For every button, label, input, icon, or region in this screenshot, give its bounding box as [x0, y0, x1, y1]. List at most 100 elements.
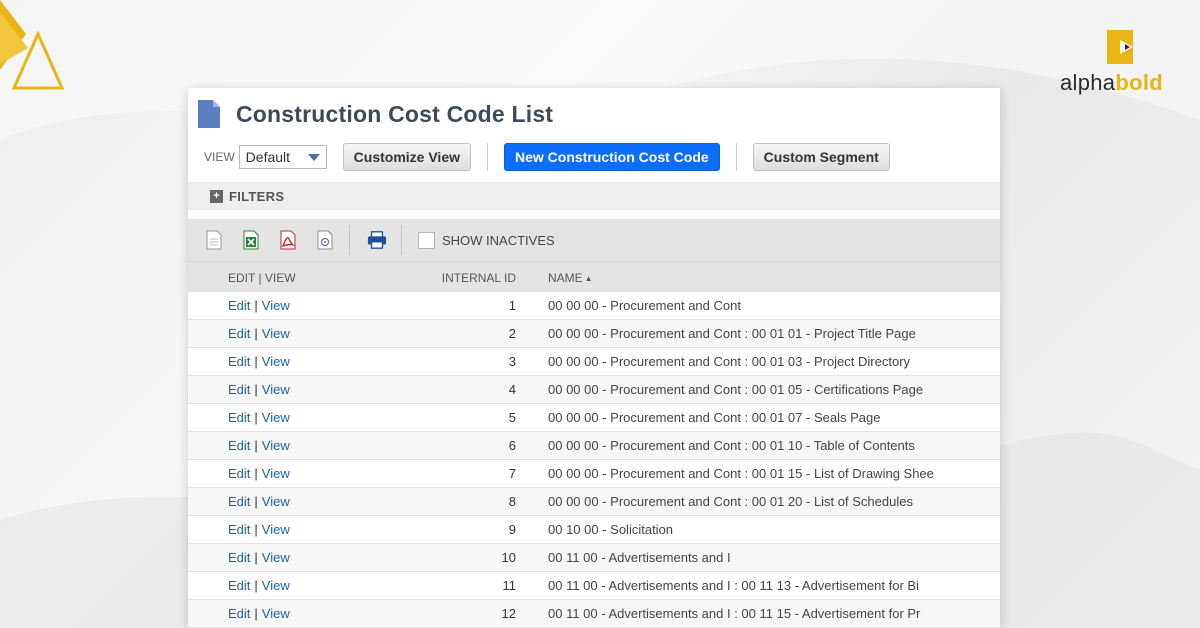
export-csv-icon: [206, 230, 222, 250]
edit-link[interactable]: Edit: [228, 494, 250, 509]
cell-name: 00 11 00 - Advertisements and I : 00 11 …: [548, 606, 921, 621]
table-row: Edit | View 8 00 00 00 - Procurement and Con…: [188, 488, 1000, 516]
expand-plus-icon: +: [210, 189, 223, 203]
export-pdf-icon: [280, 230, 296, 250]
view-link[interactable]: View: [262, 326, 290, 341]
table-row: Edit | View 5 00 00 00 - Procurement and Con…: [188, 404, 1000, 432]
export-pdf-button[interactable]: [278, 229, 298, 251]
view-link[interactable]: View: [262, 494, 290, 509]
view-link[interactable]: View: [262, 466, 290, 481]
print-icon: [367, 231, 387, 249]
cost-code-list-panel: Construction Cost Code List VIEW Default…: [188, 88, 1000, 628]
cost-code-table-body: Edit | View 1 00 00 00 - Procurement and Con…: [188, 292, 1000, 628]
table-row: Edit | View 9 00 10 00 - Solicitation: [188, 516, 1000, 544]
view-link[interactable]: View: [262, 550, 290, 565]
view-link[interactable]: View: [262, 298, 290, 313]
filters-label: FILTERS: [229, 188, 285, 204]
edit-link[interactable]: Edit: [228, 578, 250, 593]
table-row: Edit | View 3 00 00 00 - Procurement and Con…: [188, 348, 1000, 376]
export-excel-button[interactable]: [241, 229, 261, 251]
page-title: Construction Cost Code List: [236, 100, 554, 127]
alphabold-logo: alphabold: [1060, 28, 1175, 98]
corner-triangles-decoration: [0, 0, 65, 90]
table-row: Edit | View 11 00 11 00 - Advertisements and…: [188, 572, 1000, 600]
edit-link[interactable]: Edit: [228, 382, 250, 397]
show-inactives-label: SHOW INACTIVES: [442, 232, 555, 248]
edit-link[interactable]: Edit: [228, 550, 250, 565]
edit-link[interactable]: Edit: [228, 466, 250, 481]
export-csv-button[interactable]: [204, 229, 224, 251]
cell-internal-id: 3: [508, 354, 516, 369]
show-inactives-checkbox[interactable]: [418, 231, 435, 249]
cell-name: 00 00 00 - Procurement and Cont : 00 01 …: [548, 494, 913, 509]
export-xml-button[interactable]: [315, 229, 335, 251]
list-actions-bar: SHOW INACTIVES: [188, 219, 1000, 261]
table-row: Edit | View 10 00 11 00 - Advertisements and…: [188, 544, 1000, 572]
export-excel-icon: [243, 230, 259, 250]
view-select-value: Default: [245, 149, 291, 165]
alphabold-wordmark: alphabold: [1060, 70, 1163, 96]
cell-name: 00 00 00 - Procurement and Cont : 00 01 …: [548, 326, 916, 341]
cell-name: 00 11 00 - Advertisements and I: [548, 550, 731, 565]
column-header-name[interactable]: NAME ▲: [548, 271, 593, 285]
actions-divider: [349, 225, 350, 255]
export-xml-icon: [317, 230, 333, 250]
custom-segment-button[interactable]: Custom Segment: [752, 143, 890, 171]
customize-view-button[interactable]: Customize View: [342, 143, 471, 171]
cell-internal-id: 10: [501, 550, 516, 565]
list-toolbar: VIEW Default Customize View New Construc…: [204, 142, 890, 172]
toolbar-divider: [735, 143, 737, 171]
new-construction-cost-code-button[interactable]: New Construction Cost Code: [504, 143, 720, 171]
view-link[interactable]: View: [262, 438, 290, 453]
edit-link[interactable]: Edit: [228, 298, 250, 313]
print-button[interactable]: [367, 229, 387, 251]
view-link[interactable]: View: [262, 410, 290, 425]
cell-name: 00 00 00 - Procurement and Cont : 00 01 …: [548, 438, 915, 453]
view-link[interactable]: View: [262, 606, 290, 621]
cell-name: 00 00 00 - Procurement and Cont: [548, 298, 741, 313]
table-row: Edit | View 1 00 00 00 - Procurement and Con…: [188, 292, 1000, 320]
edit-link[interactable]: Edit: [228, 326, 250, 341]
cell-internal-id: 5: [508, 410, 516, 425]
table-row: Edit | View 7 00 00 00 - Procurement and Con…: [188, 460, 1000, 488]
view-link[interactable]: View: [262, 382, 290, 397]
table-row: Edit | View 4 00 00 00 - Procurement and Con…: [188, 376, 1000, 404]
table-row: Edit | View 12 00 11 00 - Advertisements and…: [188, 600, 1000, 628]
cell-internal-id: 7: [508, 466, 516, 481]
edit-link[interactable]: Edit: [228, 438, 250, 453]
filters-toggle[interactable]: + FILTERS: [188, 182, 1000, 210]
column-header-name-label: NAME: [548, 271, 583, 285]
cell-internal-id: 9: [508, 522, 516, 537]
edit-link[interactable]: Edit: [228, 522, 250, 537]
table-row: Edit | View 2 00 00 00 - Procurement and Con…: [188, 320, 1000, 348]
edit-link[interactable]: Edit: [228, 606, 250, 621]
edit-link[interactable]: Edit: [228, 410, 250, 425]
view-select[interactable]: Default: [238, 145, 327, 169]
document-icon: [198, 100, 220, 128]
edit-link[interactable]: Edit: [228, 354, 250, 369]
cell-name: 00 00 00 - Procurement and Cont : 00 01 …: [548, 466, 934, 481]
cell-name: 00 00 00 - Procurement and Cont : 00 01 …: [548, 410, 881, 425]
column-header-edit-view: EDIT | VIEW: [228, 271, 296, 285]
cell-name: 00 00 00 - Procurement and Cont : 00 01 …: [548, 382, 924, 397]
cell-internal-id: 11: [502, 578, 517, 593]
brand-word-bold: bold: [1115, 70, 1163, 95]
view-link[interactable]: View: [262, 522, 290, 537]
cell-internal-id: 4: [508, 382, 516, 397]
view-label: VIEW: [204, 150, 235, 164]
cell-internal-id: 6: [508, 438, 516, 453]
view-link[interactable]: View: [262, 354, 290, 369]
cell-name: 00 11 00 - Advertisements and I : 00 11 …: [548, 578, 919, 593]
cell-internal-id: 8: [508, 494, 516, 509]
alphabold-logo-mark: [1107, 30, 1133, 64]
brand-word-alpha: alpha: [1060, 70, 1116, 95]
toolbar-divider: [487, 143, 488, 171]
page-header: Construction Cost Code List: [198, 98, 553, 130]
table-row: Edit | View 6 00 00 00 - Procurement and Con…: [188, 432, 1000, 460]
view-link[interactable]: View: [262, 578, 290, 593]
cell-internal-id: 12: [501, 606, 516, 621]
sort-ascending-icon: ▲: [584, 274, 593, 283]
chevron-down-icon: [307, 153, 320, 161]
column-header-internal-id[interactable]: INTERNAL ID: [418, 271, 516, 285]
cell-name: 00 10 00 - Solicitation: [548, 522, 674, 537]
